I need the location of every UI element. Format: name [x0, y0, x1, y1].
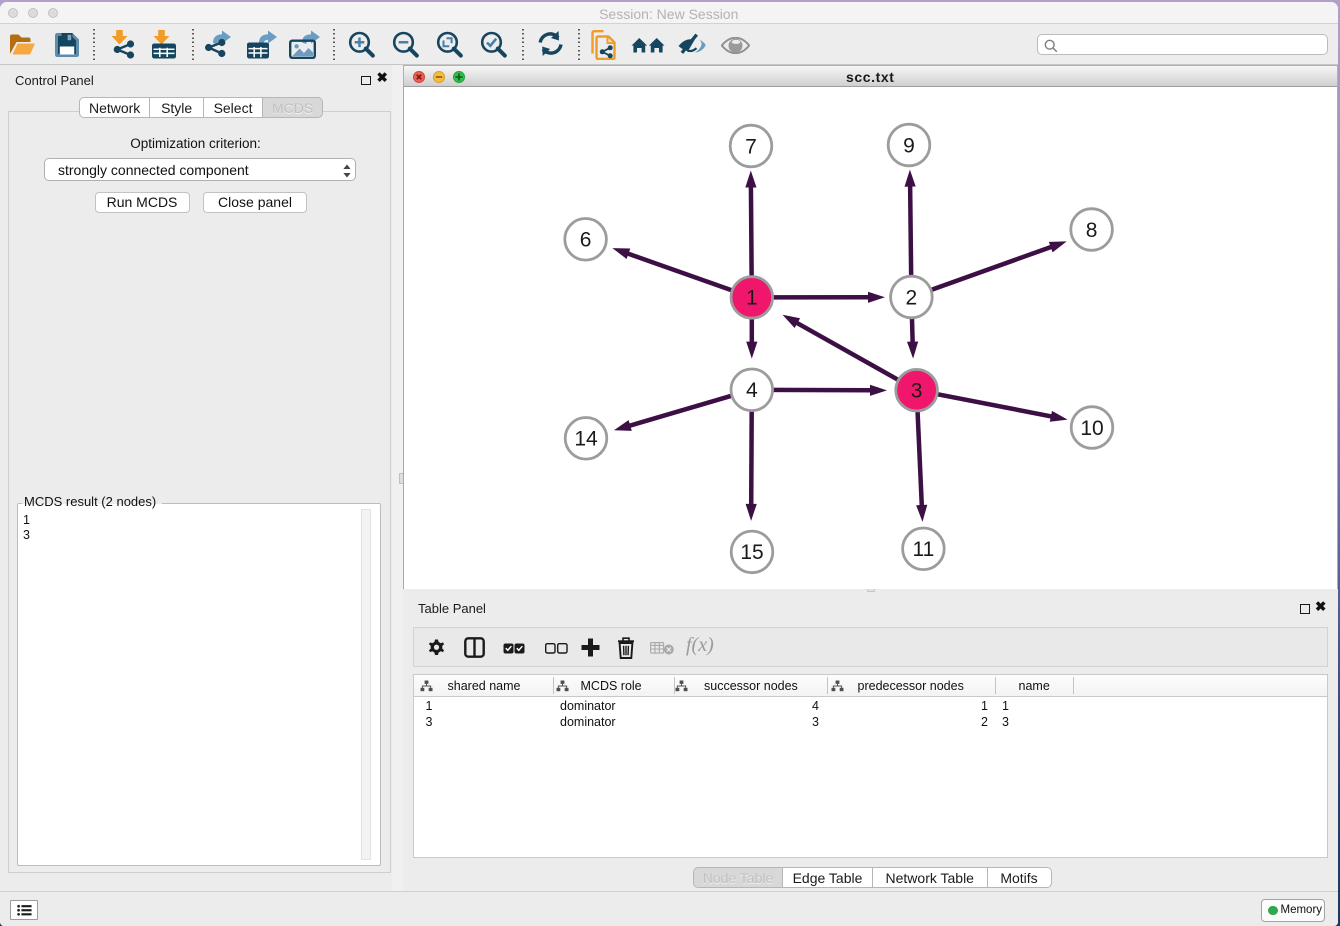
svg-text:10: 10 [1080, 417, 1103, 440]
svg-text:8: 8 [1086, 219, 1098, 242]
svg-text:2: 2 [906, 286, 918, 309]
svg-text:9: 9 [903, 134, 915, 157]
svg-text:14: 14 [574, 428, 598, 451]
svg-text:15: 15 [740, 541, 763, 564]
svg-text:7: 7 [745, 135, 757, 158]
svg-text:4: 4 [746, 379, 758, 402]
svg-text:11: 11 [912, 538, 934, 561]
svg-text:6: 6 [580, 229, 592, 252]
svg-text:1: 1 [746, 287, 758, 310]
svg-text:3: 3 [911, 380, 923, 403]
